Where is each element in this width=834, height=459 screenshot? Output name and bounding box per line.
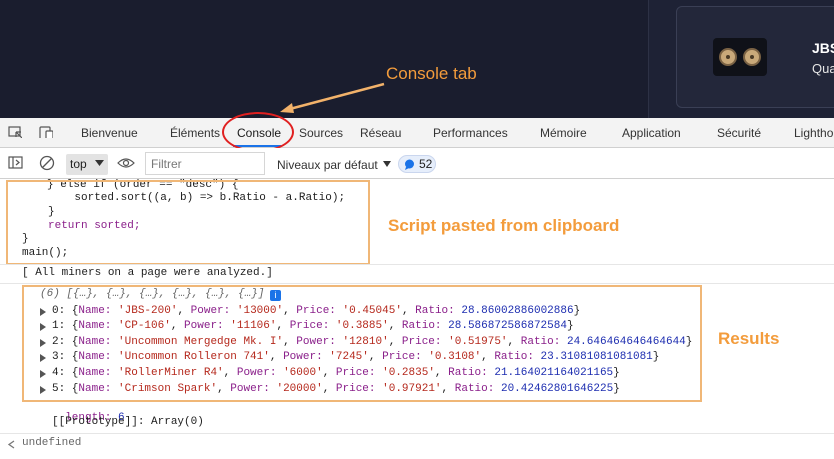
console-separator bbox=[0, 264, 834, 265]
script-highlight-box bbox=[6, 180, 370, 265]
annotation-console-tab: Console tab bbox=[386, 64, 477, 83]
return-value: undefined bbox=[22, 437, 82, 449]
product-name: JBS bbox=[812, 40, 834, 56]
tab-performance[interactable]: Performances bbox=[433, 126, 508, 140]
tab-bienvenue[interactable]: Bienvenue bbox=[81, 126, 138, 140]
return-arrow-icon bbox=[7, 440, 15, 449]
device-emulation-icon[interactable] bbox=[39, 126, 53, 138]
tab-security[interactable]: Sécurité bbox=[717, 126, 761, 140]
annotation-arrow bbox=[280, 82, 385, 113]
tab-sources[interactable]: Sources bbox=[299, 126, 343, 140]
clear-console-icon[interactable] bbox=[39, 155, 56, 172]
context-select[interactable]: top bbox=[66, 154, 108, 175]
results-highlight-box bbox=[22, 285, 702, 402]
tab-lighthouse[interactable]: Lighthouse bbox=[794, 126, 834, 140]
fan-icon bbox=[743, 48, 761, 66]
console-highlight-circle bbox=[222, 112, 294, 152]
sidebar-toggle-icon[interactable] bbox=[8, 156, 24, 170]
chevron-down-icon bbox=[95, 160, 104, 166]
eye-icon[interactable] bbox=[117, 157, 135, 169]
annotation-results: Results bbox=[718, 329, 780, 348]
prototype-row[interactable]: [[Prototype]]: Array(0) bbox=[52, 416, 204, 428]
log-levels-dropdown[interactable]: Niveaux par défaut bbox=[277, 158, 392, 172]
log-levels-label: Niveaux par défaut bbox=[277, 158, 378, 172]
inspect-element-icon[interactable] bbox=[8, 126, 22, 138]
tab-network[interactable]: Réseau bbox=[360, 126, 401, 140]
tab-elements[interactable]: Éléments bbox=[170, 126, 220, 140]
console-separator bbox=[0, 283, 834, 284]
chevron-down-icon bbox=[383, 161, 392, 167]
issues-count: 52 bbox=[419, 157, 433, 171]
tab-application[interactable]: Application bbox=[622, 126, 681, 140]
console-separator bbox=[0, 433, 834, 434]
log-message: [ All miners on a page were analyzed.] bbox=[22, 267, 273, 279]
fan-icon bbox=[719, 48, 737, 66]
context-value: top bbox=[70, 157, 87, 171]
filter-input[interactable]: Filtrer bbox=[145, 152, 265, 175]
miner-thumbnail bbox=[713, 38, 767, 76]
product-subtitle: Qua bbox=[812, 61, 834, 76]
issues-badge[interactable]: 52 bbox=[398, 155, 436, 173]
message-icon bbox=[405, 159, 414, 170]
tab-memory[interactable]: Mémoire bbox=[540, 126, 587, 140]
annotation-script: Script pasted from clipboard bbox=[388, 216, 620, 235]
